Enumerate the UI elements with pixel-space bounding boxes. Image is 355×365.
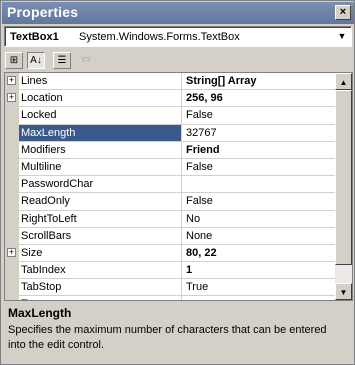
scroll-up-icon: ▲ bbox=[339, 78, 348, 87]
close-icon: × bbox=[339, 6, 347, 18]
property-row-righttoleft[interactable]: RightToLeft No bbox=[5, 210, 336, 228]
property-row-tabindex[interactable]: TabIndex 1 bbox=[5, 262, 336, 280]
property-name[interactable]: TabStop bbox=[19, 279, 182, 296]
property-value[interactable]: String[] Array bbox=[183, 73, 257, 89]
property-name[interactable]: Location bbox=[19, 90, 182, 107]
property-name[interactable]: Multiline bbox=[19, 158, 182, 176]
property-grid: + Lines String[] Array + Location 256, 96 Lock… bbox=[4, 72, 353, 301]
properties-button[interactable]: ☰ bbox=[53, 52, 71, 69]
property-name[interactable]: Locked bbox=[19, 107, 182, 124]
property-row-maxlength[interactable]: MaxLength 32767 bbox=[5, 124, 336, 142]
scroll-up-button[interactable]: ▲ bbox=[335, 73, 352, 90]
property-value[interactable]: 1 bbox=[183, 262, 192, 278]
property-value[interactable]: No bbox=[183, 211, 200, 227]
property-name[interactable]: MaxLength bbox=[19, 124, 182, 141]
property-value[interactable]: 32767 bbox=[183, 125, 217, 141]
property-row-lines[interactable]: + Lines String[] Array bbox=[5, 73, 336, 91]
property-toolbar: ⊞ A↓ ☰ ▭ bbox=[5, 50, 125, 72]
property-value[interactable] bbox=[183, 296, 186, 300]
property-row-locked[interactable]: Locked False bbox=[5, 107, 336, 125]
events-icon: ▭ bbox=[81, 54, 91, 65]
property-row-size[interactable]: + Size 80, 22 bbox=[5, 244, 336, 263]
description-text: Specifies the maximum number of characte… bbox=[8, 324, 327, 351]
scroll-down-button[interactable]: ▼ bbox=[335, 283, 352, 300]
property-row-tag[interactable]: Tag bbox=[5, 296, 336, 300]
grid-scrollbar[interactable]: ▲ ▼ bbox=[335, 73, 352, 300]
events-button[interactable]: ▭ bbox=[77, 52, 95, 69]
property-name[interactable]: Size bbox=[19, 244, 182, 262]
window-title: Properties bbox=[7, 4, 79, 20]
expand-icon[interactable]: + bbox=[7, 76, 16, 85]
alphabetical-button[interactable]: A↓ bbox=[27, 52, 45, 69]
property-value[interactable]: True bbox=[183, 279, 208, 295]
property-row-multiline[interactable]: Multiline False bbox=[5, 158, 336, 177]
close-button[interactable]: × bbox=[335, 5, 351, 20]
object-selector-dropdown[interactable]: TextBox1 System.Windows.Forms.TextBox ▼ bbox=[4, 26, 352, 47]
properties-icon: ☰ bbox=[57, 55, 67, 66]
scroll-down-icon: ▼ bbox=[339, 288, 348, 297]
title-bar[interactable]: Properties × bbox=[2, 2, 354, 24]
property-name[interactable]: Modifiers bbox=[19, 141, 182, 158]
chevron-down-icon[interactable]: ▼ bbox=[335, 29, 349, 44]
scroll-thumb[interactable] bbox=[335, 90, 352, 265]
property-name[interactable]: Lines bbox=[19, 73, 182, 90]
property-row-readonly[interactable]: ReadOnly False bbox=[5, 193, 336, 211]
property-value[interactable]: False bbox=[183, 159, 213, 175]
property-name[interactable]: ScrollBars bbox=[19, 227, 182, 244]
property-name[interactable]: RightToLeft bbox=[19, 210, 182, 227]
property-name[interactable]: ReadOnly bbox=[19, 193, 182, 210]
property-value[interactable]: 80, 22 bbox=[183, 245, 217, 261]
properties-window: Properties × TextBox1 System.Windows.For… bbox=[0, 0, 355, 365]
property-name[interactable]: PasswordChar bbox=[19, 176, 182, 193]
property-value[interactable]: Friend bbox=[183, 142, 220, 158]
description-heading: MaxLength bbox=[8, 306, 72, 320]
property-row-location[interactable]: + Location 256, 96 bbox=[5, 90, 336, 108]
categorized-button[interactable]: ⊞ bbox=[5, 52, 23, 69]
property-rows: + Lines String[] Array + Location 256, 96 Lock… bbox=[5, 73, 336, 300]
property-value[interactable]: False bbox=[183, 107, 213, 123]
property-value[interactable]: None bbox=[183, 228, 212, 244]
expand-icon[interactable]: + bbox=[7, 247, 16, 257]
property-row-tabstop[interactable]: TabStop True bbox=[5, 279, 336, 297]
description-panel: MaxLength Specifies the maximum number o… bbox=[4, 303, 353, 363]
object-type: System.Windows.Forms.TextBox bbox=[79, 31, 240, 43]
property-value[interactable] bbox=[183, 176, 186, 192]
alphabetical-icon: A↓ bbox=[30, 55, 42, 66]
property-row-passwordchar[interactable]: PasswordChar bbox=[5, 176, 336, 194]
property-value[interactable]: False bbox=[183, 193, 213, 209]
property-row-modifiers[interactable]: Modifiers Friend bbox=[5, 141, 336, 159]
expand-icon[interactable]: + bbox=[7, 93, 16, 103]
property-name[interactable]: TabIndex bbox=[19, 262, 182, 279]
object-name: TextBox1 bbox=[10, 31, 59, 43]
categorized-icon: ⊞ bbox=[9, 55, 19, 66]
property-row-scrollbars[interactable]: ScrollBars None bbox=[5, 227, 336, 245]
property-name[interactable]: Tag bbox=[19, 296, 182, 300]
property-value[interactable]: 256, 96 bbox=[183, 90, 223, 106]
